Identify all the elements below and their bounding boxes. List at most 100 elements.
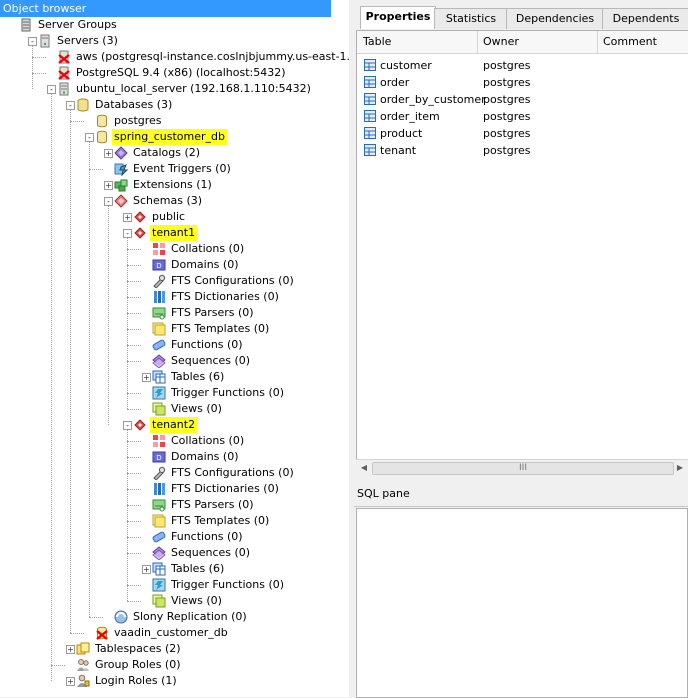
tree-item[interactable]: + Tables (6)	[0, 369, 349, 385]
tree-item[interactable]: postgres	[0, 113, 349, 129]
tree-item-label: postgres	[114, 114, 162, 127]
tree-item[interactable]: PostgreSQL 9.4 (x86) (localhost:5432)	[0, 65, 349, 81]
tree-item[interactable]: Sequences (0)	[0, 353, 349, 369]
tree-item[interactable]: FTS Parsers (0)	[0, 305, 349, 321]
tree-connector	[32, 57, 46, 58]
tree-item[interactable]: - Servers (3)	[0, 33, 349, 49]
column-header-comment[interactable]: Comment	[597, 31, 688, 53]
horizontal-splitter[interactable]	[354, 476, 688, 484]
tree-item[interactable]: + Catalogs (2)	[0, 145, 349, 161]
close-icon[interactable]: ✕	[331, 2, 345, 15]
tree-item[interactable]: Slony Replication (0)	[0, 609, 349, 625]
tree-item[interactable]: Event Triggers (0)	[0, 161, 349, 177]
tree-item-label: FTS Configurations (0)	[171, 466, 294, 479]
tree-item[interactable]: D Domains (0)	[0, 449, 349, 465]
expand-icon[interactable]: +	[142, 373, 151, 382]
tree-item[interactable]: - Databases (3)	[0, 97, 349, 113]
tables-icon	[152, 562, 166, 576]
tree-item[interactable]: + public	[0, 209, 349, 225]
tree-item[interactable]: Collations (0)	[0, 433, 349, 449]
collapse-icon[interactable]: -	[123, 421, 132, 430]
tree-item[interactable]: FTS Parsers (0)	[0, 497, 349, 513]
tree-item-label: Databases (3)	[95, 98, 173, 111]
tab-dependencies[interactable]: Dependencies	[506, 8, 604, 29]
table-row[interactable]: customer postgres	[357, 57, 688, 74]
tree-item-label: aws (postgresql-instance.coslnjbjummy.us…	[76, 50, 349, 63]
tree-item[interactable]: vaadin_customer_db	[0, 625, 349, 641]
tree-item[interactable]: + Tablespaces (2)	[0, 641, 349, 657]
tree-item[interactable]: Trigger Functions (0)	[0, 577, 349, 593]
group-roles-icon	[76, 658, 90, 672]
tree-item-label: Extensions (1)	[133, 178, 212, 191]
table-icon	[364, 110, 376, 122]
tab-properties[interactable]: Properties	[360, 6, 436, 29]
tree-connector	[51, 94, 52, 681]
tree-item-label: Server Groups	[38, 18, 117, 31]
table-row[interactable]: order_item postgres	[357, 108, 688, 125]
fts-templates-icon	[152, 514, 166, 528]
tree-item-label: vaadin_customer_db	[114, 626, 228, 639]
tree-item[interactable]: + Extensions (1)	[0, 177, 349, 193]
tree-item[interactable]: - Schemas (3)	[0, 193, 349, 209]
expand-icon[interactable]: +	[66, 677, 75, 686]
tab-dependents[interactable]: Dependents	[602, 8, 688, 29]
tree-item[interactable]: - tenant2	[0, 417, 349, 433]
tree-item[interactable]: Functions (0)	[0, 529, 349, 545]
tree-item[interactable]: D Domains (0)	[0, 257, 349, 273]
tree-item[interactable]: + Tables (6)	[0, 561, 349, 577]
sql-pane: SQL pane	[354, 484, 688, 698]
table-row[interactable]: tenant postgres	[357, 142, 688, 159]
sql-editor[interactable]	[356, 508, 688, 698]
tree-item[interactable]: FTS Dictionaries (0)	[0, 481, 349, 497]
expand-icon[interactable]: +	[66, 645, 75, 654]
trigger-functions-icon	[152, 578, 166, 592]
object-browser-title: Object browser	[3, 2, 87, 15]
tree-item[interactable]: FTS Templates (0)	[0, 513, 349, 529]
tree-item-label: PostgreSQL 9.4 (x86) (localhost:5432)	[76, 66, 286, 79]
tree-item[interactable]: Group Roles (0)	[0, 657, 349, 673]
tree-item[interactable]: + Login Roles (1)	[0, 673, 349, 689]
tab-statistics[interactable]: Statistics	[434, 8, 508, 29]
scroll-left-icon[interactable]: ◀	[356, 460, 372, 476]
collapse-icon[interactable]: -	[28, 37, 37, 46]
tree-item[interactable]: Trigger Functions (0)	[0, 385, 349, 401]
tree-item[interactable]: Server Groups	[0, 17, 349, 33]
horizontal-scrollbar[interactable]: ◀ III ▶	[356, 459, 688, 476]
tree-item[interactable]: Views (0)	[0, 401, 349, 417]
scrollbar-thumb[interactable]: III	[372, 462, 674, 475]
tree-item[interactable]: - spring_customer_db	[0, 129, 349, 145]
expand-icon[interactable]: +	[123, 213, 132, 222]
scroll-right-icon[interactable]: ▶	[672, 460, 688, 476]
tree-item[interactable]: FTS Templates (0)	[0, 321, 349, 337]
tree-item[interactable]: Sequences (0)	[0, 545, 349, 561]
tree-item[interactable]: - tenant1	[0, 225, 349, 241]
tree-connector	[32, 46, 33, 89]
table-row[interactable]: order_by_customer postgres	[357, 91, 688, 108]
tree-connector	[127, 489, 141, 490]
tree-item[interactable]: Views (0)	[0, 593, 349, 609]
tree-item[interactable]: Collations (0)	[0, 241, 349, 257]
tree-item[interactable]: FTS Dictionaries (0)	[0, 289, 349, 305]
table-row[interactable]: product postgres	[357, 125, 688, 142]
tree-item-label: Functions (0)	[171, 338, 243, 351]
tree-item[interactable]: Functions (0)	[0, 337, 349, 353]
collapse-icon[interactable]: -	[85, 133, 94, 142]
column-header-owner[interactable]: Owner	[477, 31, 598, 53]
column-header-table[interactable]: Table	[357, 31, 478, 53]
expand-icon[interactable]: +	[104, 181, 113, 190]
tree-connector	[127, 537, 141, 538]
collapse-icon[interactable]: -	[66, 101, 75, 110]
tree-item[interactable]: aws (postgresql-instance.coslnjbjummy.us…	[0, 49, 349, 65]
sequences-icon	[152, 354, 166, 369]
sequences-icon	[152, 546, 166, 561]
tree-item[interactable]: FTS Configurations (0)	[0, 273, 349, 289]
tree-connector	[127, 409, 141, 410]
collapse-icon[interactable]: -	[123, 229, 132, 238]
table-row[interactable]: order postgres	[357, 74, 688, 91]
tree-item[interactable]: FTS Configurations (0)	[0, 465, 349, 481]
collapse-icon[interactable]: -	[104, 197, 113, 206]
expand-icon[interactable]: +	[142, 565, 151, 574]
tree-item[interactable]: - ubuntu_local_server (192.168.1.110:5432…	[0, 81, 349, 97]
collapse-icon[interactable]: -	[47, 85, 56, 94]
expand-icon[interactable]: +	[104, 149, 113, 158]
